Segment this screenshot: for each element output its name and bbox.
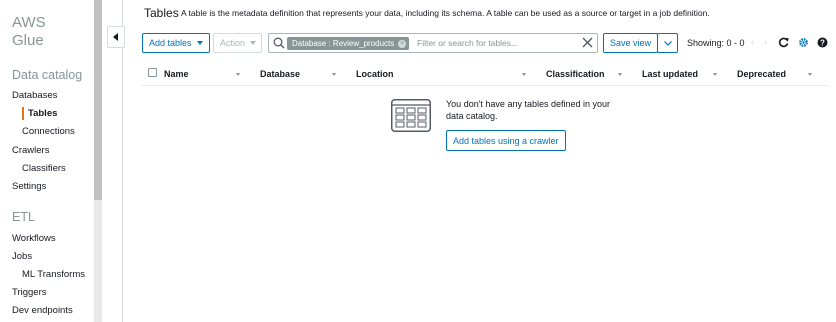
search-icon — [273, 37, 285, 49]
clear-icon[interactable] — [582, 37, 593, 48]
sort-icon[interactable] — [522, 73, 526, 76]
filter-token-label: Database : Review_products — [292, 39, 395, 48]
collapse-left-icon — [113, 33, 118, 41]
sort-icon[interactable] — [332, 73, 336, 76]
empty-state-message: You don't have any tables defined in you… — [446, 99, 611, 121]
refresh-icon[interactable] — [778, 37, 789, 48]
search-placeholder: Filter or search for tables... — [417, 38, 519, 48]
sidebar-item-jobs[interactable]: Jobs — [12, 251, 32, 262]
action-label: Action — [220, 38, 246, 48]
table-grid-icon — [391, 99, 431, 132]
column-deprecated[interactable]: Deprecated — [737, 69, 786, 79]
collapse-sidebar-button[interactable] — [107, 26, 125, 48]
add-tables-crawler-button[interactable]: Add tables using a crawler — [446, 130, 566, 151]
data-catalog-heading: Data catalog — [12, 68, 83, 82]
remove-token-icon[interactable]: ✕ — [398, 39, 407, 48]
select-all-checkbox[interactable] — [148, 68, 157, 77]
save-view-dropdown[interactable] — [657, 33, 678, 53]
sidebar: AWS Glue Data catalog Databases Tables C… — [0, 0, 94, 322]
etl-heading: ETL — [12, 210, 35, 224]
sidebar-scrollbar[interactable] — [94, 0, 102, 322]
sidebar-item-crawlers[interactable]: Crawlers — [12, 145, 49, 156]
sidebar-item-ml-transforms[interactable]: ML Transforms — [22, 269, 85, 280]
chevron-down-icon — [250, 41, 257, 45]
search-input[interactable]: Database : Review_products ✕ Filter or s… — [268, 33, 598, 53]
help-icon[interactable]: ? — [817, 37, 828, 48]
active-indicator — [22, 107, 24, 120]
next-page-icon[interactable]: › — [764, 37, 767, 48]
sort-icon[interactable] — [808, 73, 812, 76]
add-tables-button[interactable]: Add tables — [142, 33, 210, 53]
column-last-updated[interactable]: Last updated — [642, 69, 698, 79]
page-title: Tables — [144, 6, 179, 20]
page-description: A table is the metadata definition that … — [181, 8, 710, 18]
brand-logo[interactable]: AWS Glue — [12, 14, 46, 50]
chevron-down-icon — [663, 40, 672, 46]
scrollbar-thumb[interactable] — [94, 0, 102, 200]
save-view-button[interactable]: Save view — [603, 33, 658, 53]
sidebar-item-settings[interactable]: Settings — [12, 181, 46, 192]
column-classification[interactable]: Classification — [546, 69, 605, 79]
table-header: Name Database Location Classification La… — [142, 63, 828, 86]
add-tables-crawler-label: Add tables using a crawler — [453, 135, 559, 146]
sidebar-item-tables[interactable]: Tables — [28, 108, 57, 119]
sidebar-item-triggers[interactable]: Triggers — [12, 287, 47, 298]
brand-line-1: AWS — [12, 14, 46, 31]
add-tables-label: Add tables — [149, 38, 192, 48]
column-location[interactable]: Location — [356, 69, 394, 79]
sort-icon[interactable] — [618, 73, 622, 76]
sidebar-item-databases[interactable]: Databases — [12, 90, 57, 101]
sidebar-item-connections[interactable]: Connections — [22, 126, 75, 137]
svg-text:?: ? — [820, 39, 825, 48]
action-button[interactable]: Action — [213, 33, 262, 53]
sidebar-divider — [122, 0, 123, 322]
sidebar-item-workflows[interactable]: Workflows — [12, 233, 56, 244]
filter-token[interactable]: Database : Review_products ✕ — [287, 37, 410, 50]
column-name[interactable]: Name — [164, 69, 189, 79]
save-view-label: Save view — [610, 38, 652, 48]
sort-icon[interactable] — [713, 73, 717, 76]
gear-icon[interactable] — [798, 37, 809, 48]
column-database[interactable]: Database — [260, 69, 300, 79]
chevron-down-icon — [196, 41, 203, 45]
pagination-status: Showing: 0 - 0 — [687, 38, 745, 48]
sidebar-item-classifiers[interactable]: Classifiers — [22, 163, 66, 174]
sort-icon[interactable] — [236, 73, 240, 76]
sidebar-item-dev-endpoints[interactable]: Dev endpoints — [12, 305, 73, 316]
brand-line-2: Glue — [12, 32, 44, 49]
prev-page-icon[interactable]: ‹ — [751, 37, 754, 48]
